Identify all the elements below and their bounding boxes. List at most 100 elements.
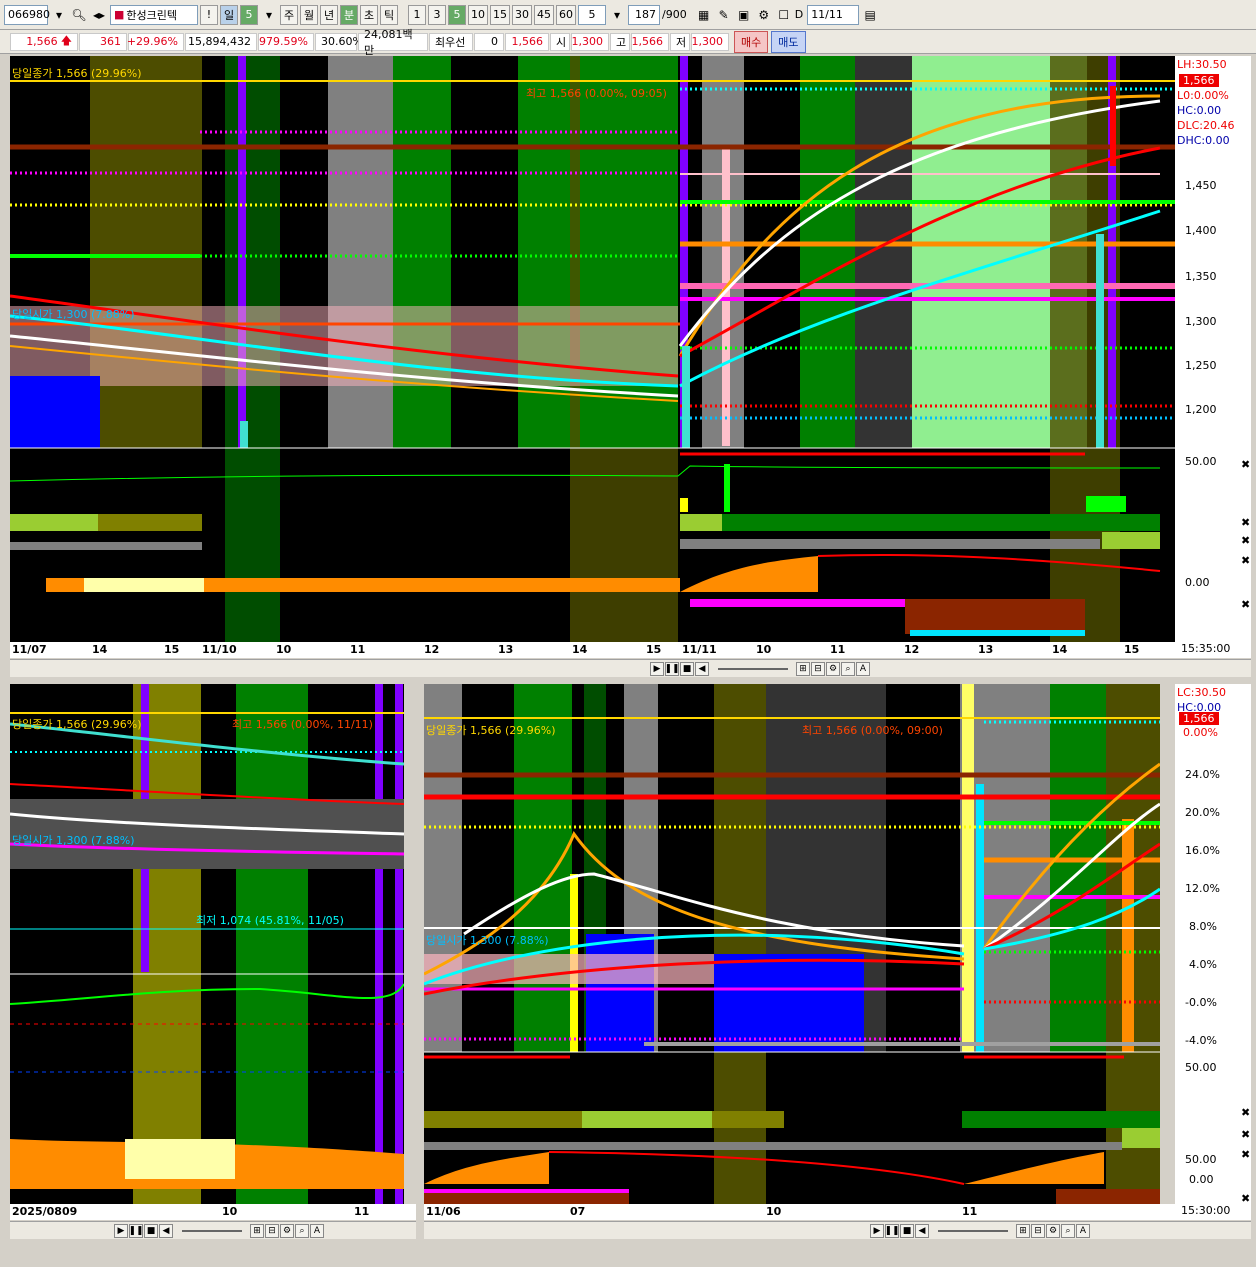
close-pane-icon[interactable]: ✖ xyxy=(1241,1106,1250,1119)
band xyxy=(855,56,912,448)
alert-button[interactable]: ! xyxy=(200,4,218,25)
n60-button[interactable]: 60 xyxy=(556,4,576,25)
stock-name-field[interactable]: ■ 한성크린텍 xyxy=(110,4,198,25)
count-input[interactable]: 187 xyxy=(628,4,660,25)
zoom-icon[interactable]: ⊞ xyxy=(1016,1223,1030,1238)
pause-icon[interactable]: ❚❚ xyxy=(664,661,680,676)
stop-icon[interactable]: ■ xyxy=(900,1223,914,1238)
zoom-icon[interactable]: ⊞ xyxy=(796,661,810,676)
zoom-icon[interactable]: ⊞ xyxy=(250,1223,264,1238)
close-pane-icon[interactable]: ✖ xyxy=(1241,1128,1250,1141)
font-icon[interactable]: A xyxy=(856,661,870,676)
zoom-out-icon[interactable]: ⊟ xyxy=(811,661,825,676)
gear-icon[interactable]: ⚙ xyxy=(755,5,773,25)
top-chart-pane[interactable]: 당일종가 1,566 (29.96%) 당일시가 1,300 (7.88%) 최… xyxy=(10,56,1175,642)
arrows-icon[interactable]: ◂▸ xyxy=(90,5,108,25)
br-scrollbar[interactable]: ▶ ❚❚ ■ ◀ ⊞ ⊟ ⚙ ⌕ A xyxy=(424,1221,1251,1239)
draw-icon[interactable]: ✎ xyxy=(715,5,733,25)
date-tick: 14 xyxy=(92,643,108,656)
period-month-button[interactable]: 월 xyxy=(300,4,318,25)
zoom-out-icon[interactable]: ⊟ xyxy=(1031,1223,1045,1238)
sell-button[interactable]: 매도 xyxy=(771,30,806,53)
scroll-track[interactable] xyxy=(182,1229,242,1232)
prev-icon[interactable]: ◀ xyxy=(695,661,709,676)
n15-button[interactable]: 15 xyxy=(490,4,510,25)
close-pane-icon[interactable]: ✖ xyxy=(1241,598,1250,611)
indicator-bar xyxy=(10,514,98,531)
bl-open-label: 당일시가 1,300 (7.88%) xyxy=(12,834,135,847)
top-scrollbar[interactable]: ▶ ❚❚ ■ ◀ ⊞ ⊟ ⚙ ⌕ A xyxy=(10,659,1251,677)
period-day-button[interactable]: 일 xyxy=(220,4,238,25)
chart-tools-icon[interactable]: ▦ xyxy=(695,5,713,25)
stock-code-input[interactable]: 066980 xyxy=(4,4,50,25)
font-icon[interactable]: A xyxy=(310,1223,324,1238)
checkbox-icon[interactable]: ☐ xyxy=(775,5,793,25)
play-icon[interactable]: ▶ xyxy=(650,661,664,676)
play-icon[interactable]: ▶ xyxy=(114,1223,128,1238)
date-tick: 11 xyxy=(962,1205,978,1218)
save-icon[interactable]: ▣ xyxy=(735,5,753,25)
period-minute-button[interactable]: 분 xyxy=(340,4,358,25)
settings-icon[interactable]: ⚙ xyxy=(826,661,840,676)
n45-button[interactable]: 45 xyxy=(534,4,554,25)
search-icon[interactable]: ⌕ xyxy=(841,661,855,676)
settings-icon[interactable]: ⚙ xyxy=(1046,1223,1060,1238)
right-label: DLC:20.46 xyxy=(1177,119,1235,132)
indicator-bar xyxy=(910,630,1085,636)
candle xyxy=(240,421,248,448)
turnover: 30.60% xyxy=(315,32,363,51)
stop-icon[interactable]: ■ xyxy=(144,1223,158,1238)
period-week-button[interactable]: 주 xyxy=(280,4,298,25)
bottom-left-chart-pane[interactable]: 당일종가 1,566 (29.96%) 최고 1,566 (0.00%, 11/… xyxy=(10,684,404,1204)
prev-icon[interactable]: ◀ xyxy=(915,1223,929,1238)
buy-button[interactable]: 매수 xyxy=(734,30,769,53)
indicator-bar xyxy=(582,1111,712,1128)
search-icon[interactable]: ⌕ xyxy=(295,1223,309,1238)
close-pane-icon[interactable]: ✖ xyxy=(1241,458,1250,471)
calendar-icon[interactable]: ▤ xyxy=(861,5,879,25)
indicator-bar xyxy=(424,1189,629,1193)
scroll-track[interactable] xyxy=(718,667,788,670)
price-tick: 1,250 xyxy=(1185,359,1217,372)
price-tick: 1,400 xyxy=(1185,224,1217,237)
close-pane-icon[interactable]: ✖ xyxy=(1241,1148,1250,1161)
zoom-out-icon[interactable]: ⊟ xyxy=(265,1223,279,1238)
stop-icon[interactable]: ■ xyxy=(680,661,694,676)
price-tick: 1,300 xyxy=(1185,315,1217,328)
scroll-track[interactable] xyxy=(938,1229,1008,1232)
period-tick-button[interactable]: 틱 xyxy=(380,4,398,25)
prev-icon[interactable]: ◀ xyxy=(159,1223,173,1238)
n1-button[interactable]: 1 xyxy=(408,4,426,25)
date-input[interactable]: 11/11 xyxy=(807,4,860,25)
period-n-select[interactable]: 5 xyxy=(240,4,258,25)
date-tick: 07 xyxy=(570,1205,586,1218)
period-year-button[interactable]: 년 xyxy=(320,4,338,25)
bl-scrollbar[interactable]: ▶ ❚❚ ■ ◀ ⊞ ⊟ ⚙ ⌕ A xyxy=(10,1221,416,1239)
n3-button[interactable]: 3 xyxy=(428,4,446,25)
close-pane-icon[interactable]: ✖ xyxy=(1241,534,1250,547)
chevron-down-icon[interactable]: ▾ xyxy=(260,5,278,25)
band xyxy=(976,784,984,1052)
search-icon[interactable]: 🔍︎ xyxy=(70,5,88,25)
search-icon[interactable]: ⌕ xyxy=(1061,1223,1075,1238)
minute-value-input[interactable]: 5 xyxy=(578,4,606,25)
indicator-bar xyxy=(724,464,730,512)
chevron-down-icon[interactable]: ▾ xyxy=(50,5,68,25)
font-icon[interactable]: A xyxy=(1076,1223,1090,1238)
n30-button[interactable]: 30 xyxy=(512,4,532,25)
close-pane-icon[interactable]: ✖ xyxy=(1241,516,1250,529)
n10-button[interactable]: 10 xyxy=(468,4,488,25)
play-icon[interactable]: ▶ xyxy=(870,1223,884,1238)
price-change-pct: +29.96% xyxy=(127,32,184,51)
settings-icon[interactable]: ⚙ xyxy=(280,1223,294,1238)
bottom-right-chart-pane[interactable]: 당일종가 1,566 (29.96%) 최고 1,566 (0.00%, 09:… xyxy=(424,684,1160,1204)
n5-button[interactable]: 5 xyxy=(448,4,466,25)
d-label: D xyxy=(794,8,804,21)
close-pane-icon[interactable]: ✖ xyxy=(1241,554,1250,567)
top-date-axis: 11/07 14 15 11/10 10 11 12 13 14 15 11/1… xyxy=(10,642,1175,658)
pause-icon[interactable]: ❚❚ xyxy=(128,1223,144,1238)
chevron-down-icon[interactable]: ▾ xyxy=(608,5,626,25)
pause-icon[interactable]: ❚❚ xyxy=(884,1223,900,1238)
candle xyxy=(1096,234,1104,448)
period-second-button[interactable]: 초 xyxy=(360,4,378,25)
